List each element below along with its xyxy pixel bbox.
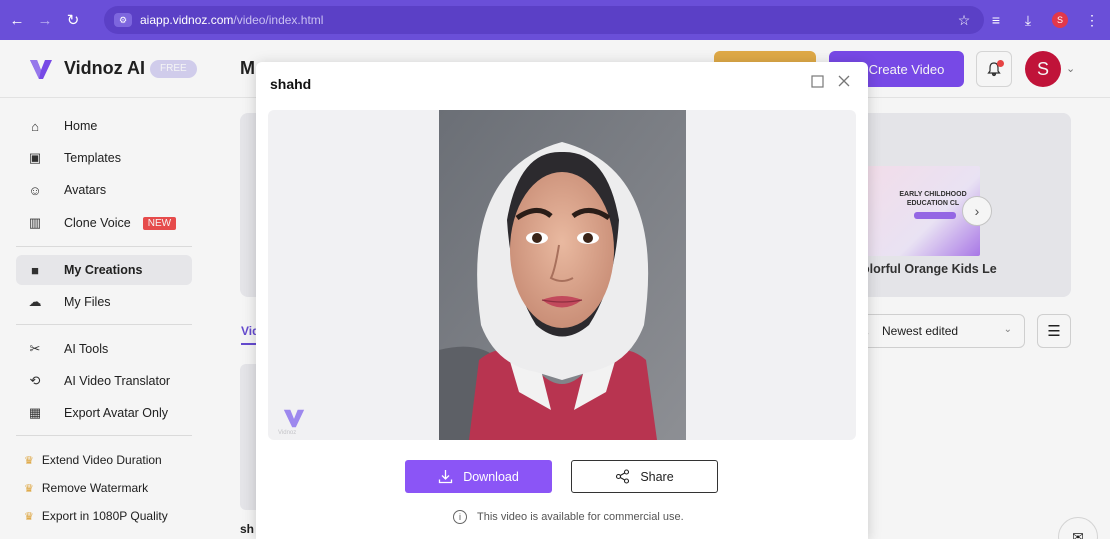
address-bar[interactable]: ⚙ aiapp.vidnoz.com/video/index.html xyxy=(104,6,984,34)
download-icon xyxy=(439,470,453,484)
close-icon xyxy=(838,75,850,87)
maximize-button[interactable] xyxy=(808,72,826,90)
modal-title: shahd xyxy=(270,76,312,92)
reading-list-icon[interactable]: ≡ xyxy=(988,12,1004,28)
commercial-use-notice: i This video is available for commercial… xyxy=(453,510,684,524)
notice-text: This video is available for commercial u… xyxy=(477,511,684,523)
maximize-icon xyxy=(810,74,824,88)
download-label: Download xyxy=(463,469,519,484)
vidnoz-watermark-icon xyxy=(283,409,305,428)
video-preview-area: Vidnoz xyxy=(268,110,856,440)
browser-menu-icon[interactable]: ⋮ xyxy=(1084,12,1100,29)
url-path: /video/index.html xyxy=(233,13,324,27)
video-player[interactable] xyxy=(439,110,686,440)
video-preview-modal: shahd Vidnoz Download Share i This video… xyxy=(256,62,868,539)
close-button[interactable] xyxy=(834,71,854,91)
share-label: Share xyxy=(640,469,674,484)
back-arrow-icon[interactable]: ← xyxy=(6,9,28,31)
share-icon xyxy=(616,469,630,484)
download-button[interactable]: Download xyxy=(405,460,552,493)
bookmark-star-icon[interactable]: ☆ xyxy=(956,12,972,29)
forward-arrow-icon[interactable]: → xyxy=(34,9,56,31)
download-icon[interactable]: ⤓ xyxy=(1020,12,1036,29)
browser-toolbar: ← → ↻ ⚙ aiapp.vidnoz.com/video/index.htm… xyxy=(0,0,1110,40)
site-settings-icon[interactable]: ⚙ xyxy=(114,13,132,27)
share-button[interactable]: Share xyxy=(571,460,718,493)
watermark-text: Vidnoz xyxy=(278,430,297,436)
reload-icon[interactable]: ↻ xyxy=(62,9,84,31)
browser-actions: ☆ ≡ ⤓ S ⋮ xyxy=(956,0,1100,40)
info-icon: i xyxy=(453,510,467,524)
video-frame-image xyxy=(439,110,686,440)
url-host: aiapp.vidnoz.com xyxy=(140,13,234,27)
browser-profile-avatar[interactable]: S xyxy=(1052,12,1068,28)
